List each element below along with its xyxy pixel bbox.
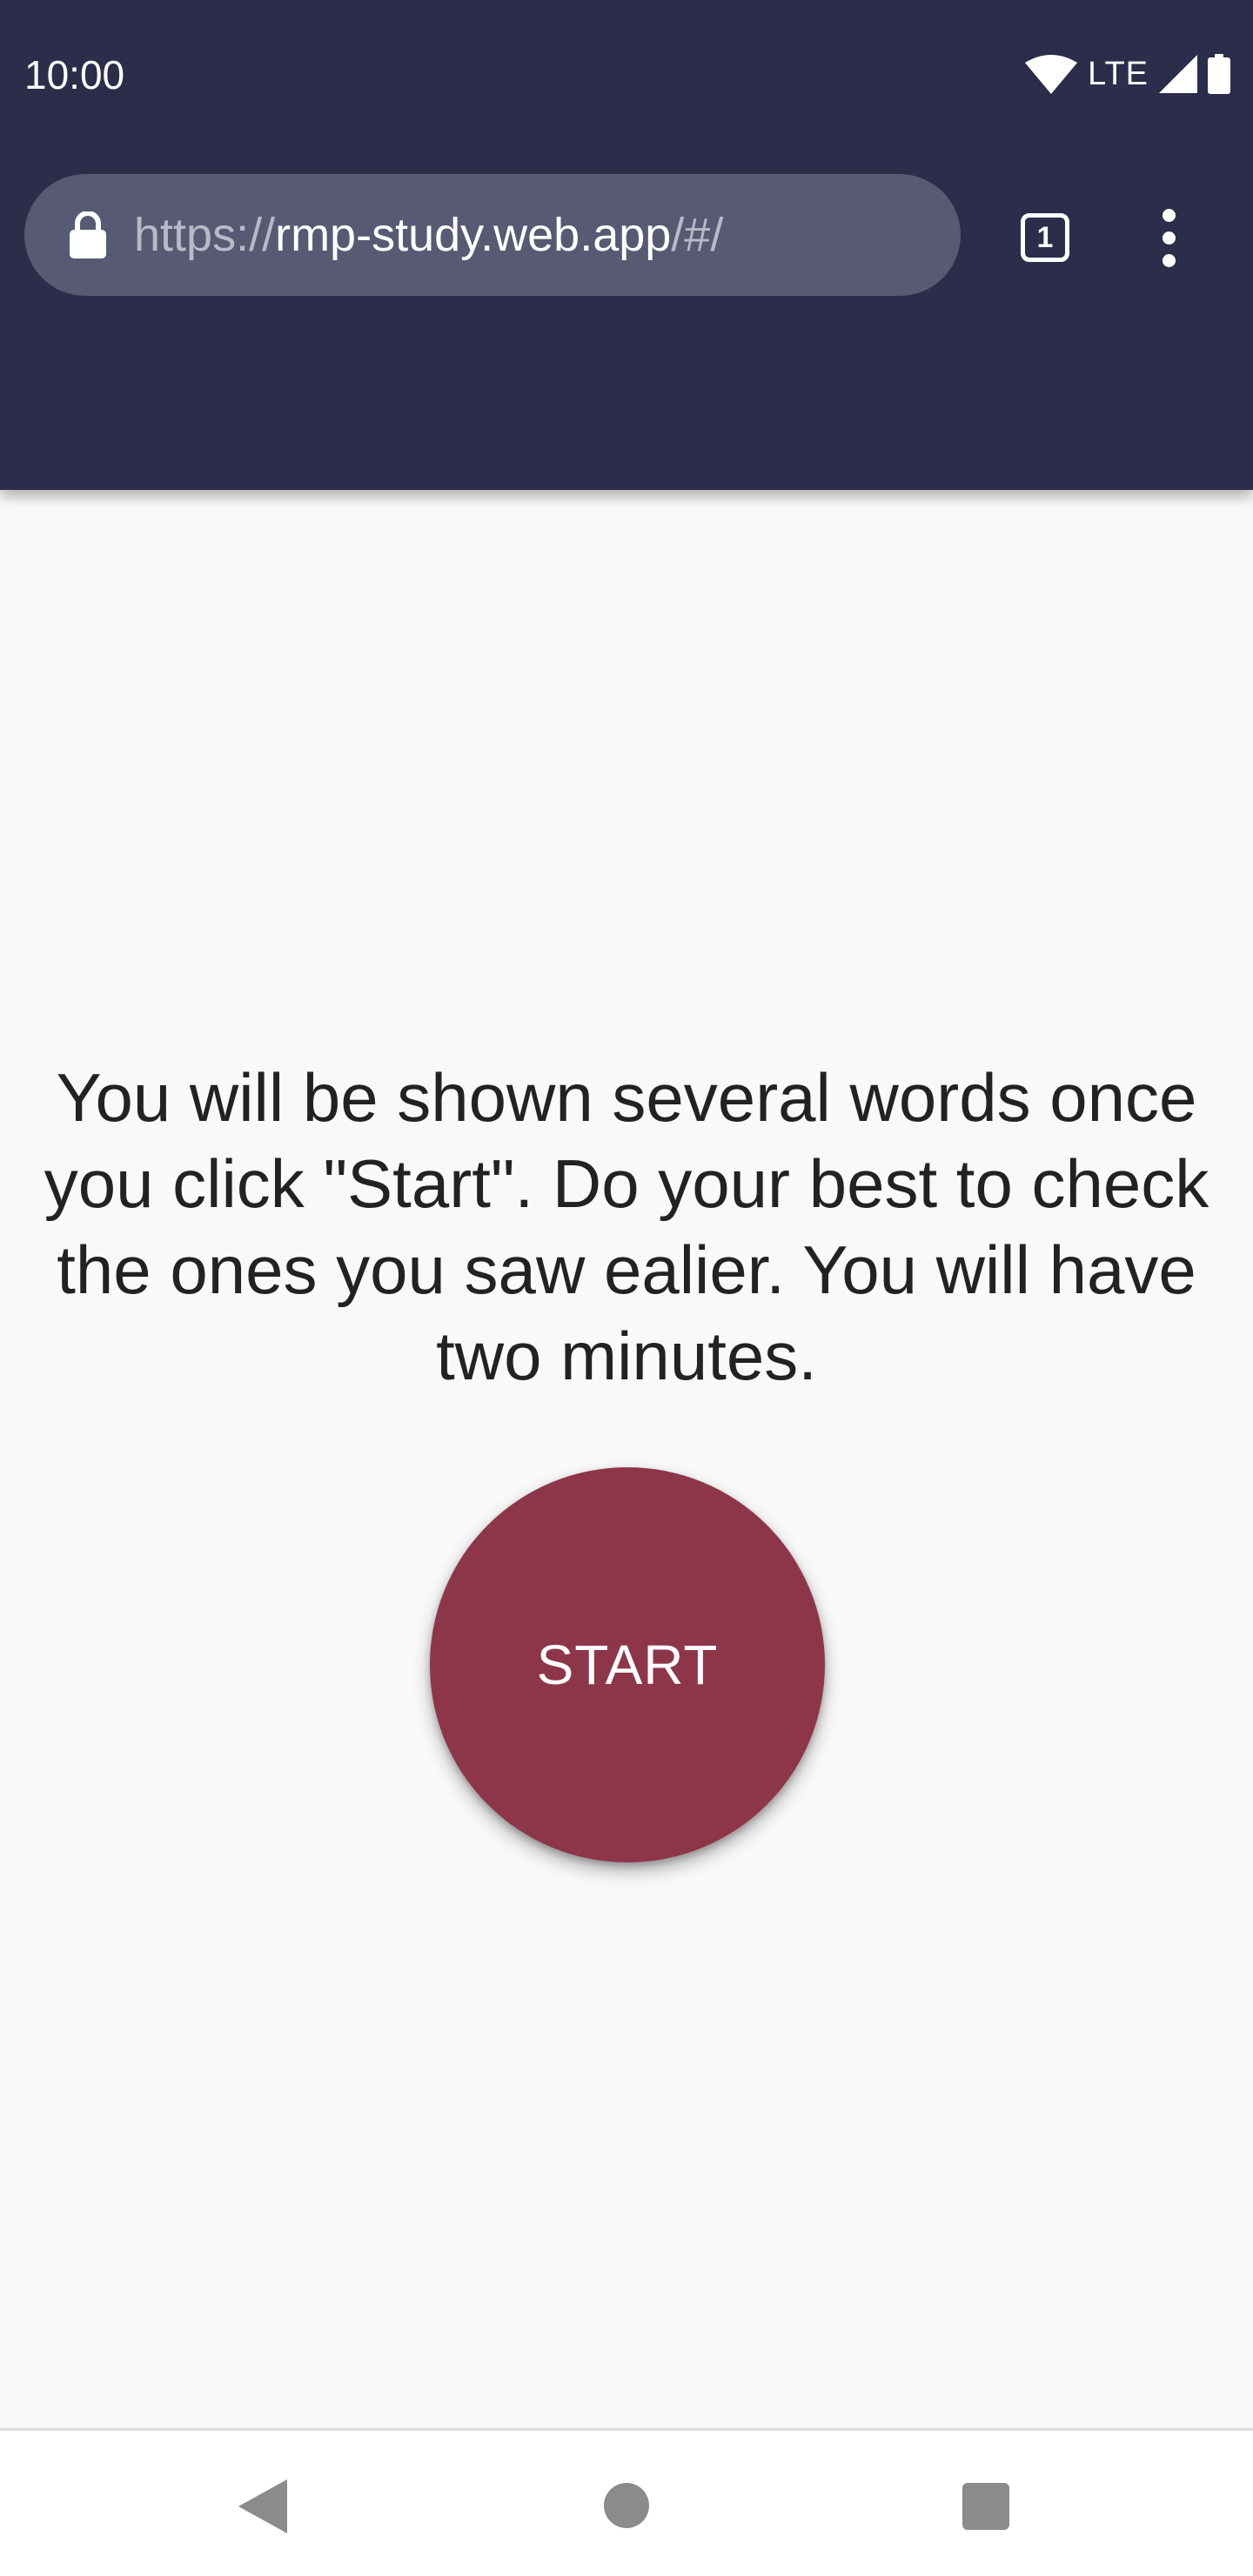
menu-dot: [1162, 253, 1176, 267]
tab-switcher-button[interactable]: 1: [1016, 209, 1074, 266]
navigation-bar: [0, 2428, 1253, 2576]
status-bar: 10:00 LTE: [0, 0, 1253, 148]
back-icon[interactable]: [238, 2479, 287, 2533]
url-bar[interactable]: https://rmp-study.web.app/#/: [24, 174, 961, 296]
url-text: https://rmp-study.web.app/#/: [134, 205, 723, 265]
home-icon[interactable]: [604, 2483, 649, 2528]
cell-signal-icon: [1159, 55, 1197, 93]
battery-icon: [1208, 54, 1230, 94]
network-type-label: LTE: [1088, 56, 1149, 92]
start-button-label: START: [536, 1633, 719, 1696]
start-button[interactable]: START: [430, 1467, 825, 1862]
tabs-icon: 1: [1021, 213, 1069, 262]
url-host: rmp-study.web.app: [275, 209, 672, 261]
lock-icon: [70, 211, 106, 258]
menu-dot: [1162, 231, 1176, 245]
instructions-text: You will be shown several words once you…: [44, 1059, 1209, 1394]
status-icons: LTE: [1025, 52, 1230, 96]
browser-toolbar: https://rmp-study.web.app/#/ 1: [0, 148, 1253, 490]
tab-count: 1: [1036, 220, 1054, 254]
more-vert-icon[interactable]: [1147, 200, 1190, 275]
menu-dot: [1162, 208, 1176, 222]
url-path: /#/: [671, 209, 724, 261]
recents-icon[interactable]: [962, 2483, 1009, 2530]
url-scheme: https://: [134, 209, 276, 261]
wifi-icon: [1025, 55, 1078, 94]
status-time: 10:00: [24, 52, 125, 97]
